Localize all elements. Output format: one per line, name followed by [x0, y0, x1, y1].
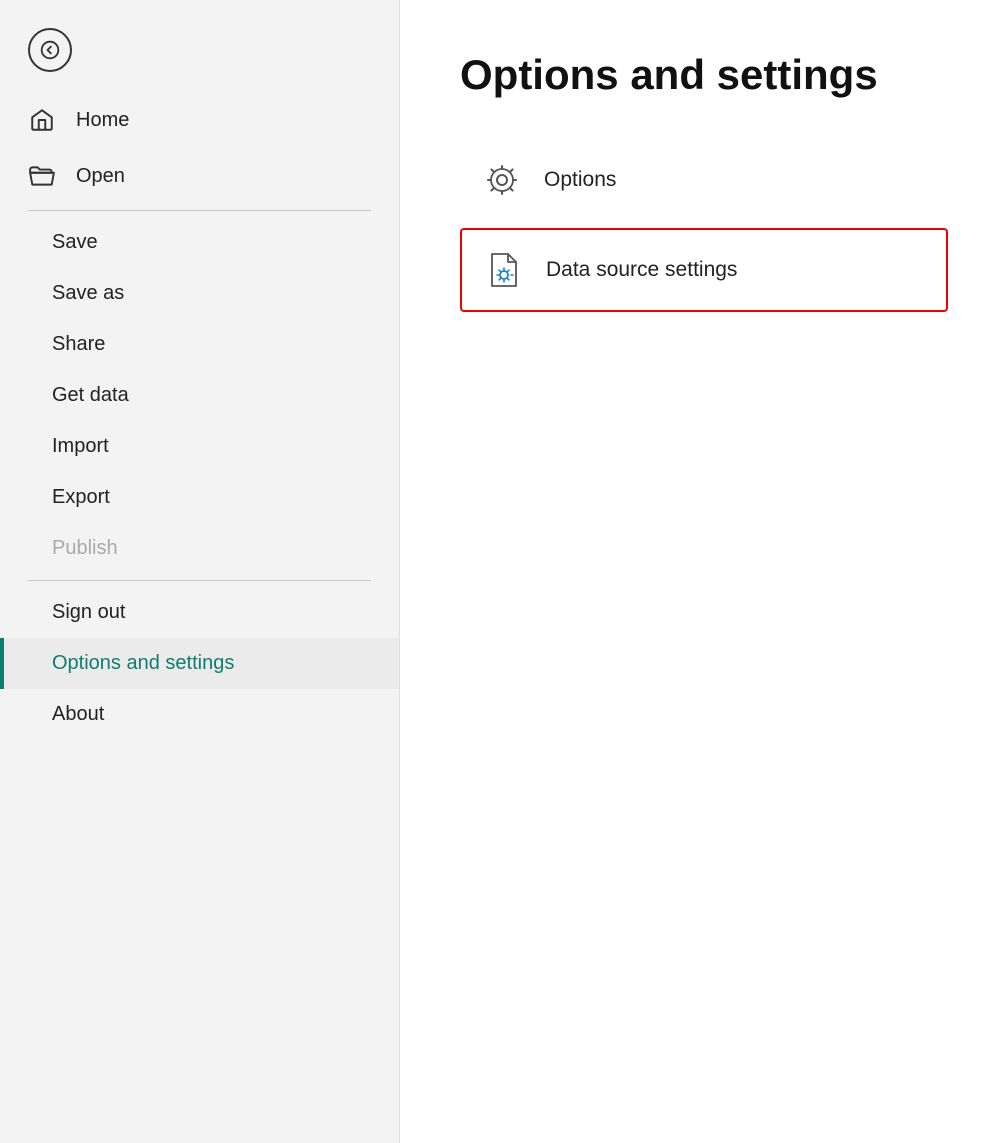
home-label: Home: [76, 109, 129, 132]
sidebar-item-save[interactable]: Save: [0, 217, 399, 268]
sidebar-item-about[interactable]: About: [0, 689, 399, 740]
publish-label: Publish: [52, 537, 118, 560]
main-content: Options and settings Options: [400, 0, 1008, 1143]
primary-nav: Home Open Save Save as Share Get: [0, 92, 399, 740]
sidebar-item-export[interactable]: Export: [0, 472, 399, 523]
divider-1: [28, 210, 371, 211]
options-settings-label: Options and settings: [52, 652, 234, 675]
export-label: Export: [52, 486, 110, 509]
sidebar-item-get-data[interactable]: Get data: [0, 370, 399, 421]
options-label: Options: [544, 168, 616, 192]
home-icon: [28, 106, 56, 134]
save-label: Save: [52, 231, 98, 254]
gear-icon: [480, 158, 524, 202]
sidebar-item-options-settings[interactable]: Options and settings: [0, 638, 399, 689]
back-section: [0, 0, 399, 92]
sidebar-item-home[interactable]: Home: [0, 92, 399, 148]
about-label: About: [52, 703, 104, 726]
settings-list: Options Data source settings: [460, 140, 948, 312]
get-data-label: Get data: [52, 384, 129, 407]
sidebar-item-publish: Publish: [0, 523, 399, 574]
sidebar: Home Open Save Save as Share Get: [0, 0, 400, 1143]
sidebar-item-sign-out[interactable]: Sign out: [0, 587, 399, 638]
import-label: Import: [52, 435, 109, 458]
back-arrow-icon: [40, 40, 60, 60]
settings-item-data-source[interactable]: Data source settings: [460, 228, 948, 312]
back-button[interactable]: [28, 28, 72, 72]
data-source-icon: [482, 248, 526, 292]
open-folder-icon: [28, 162, 56, 190]
sidebar-item-save-as[interactable]: Save as: [0, 268, 399, 319]
sidebar-item-open[interactable]: Open: [0, 148, 399, 204]
sidebar-item-import[interactable]: Import: [0, 421, 399, 472]
sign-out-label: Sign out: [52, 601, 125, 624]
sidebar-item-share[interactable]: Share: [0, 319, 399, 370]
page-title: Options and settings: [460, 50, 948, 100]
divider-2: [28, 580, 371, 581]
settings-item-options[interactable]: Options: [460, 140, 948, 220]
save-as-label: Save as: [52, 282, 124, 305]
open-label: Open: [76, 165, 125, 188]
data-source-settings-label: Data source settings: [546, 258, 737, 282]
share-label: Share: [52, 333, 105, 356]
